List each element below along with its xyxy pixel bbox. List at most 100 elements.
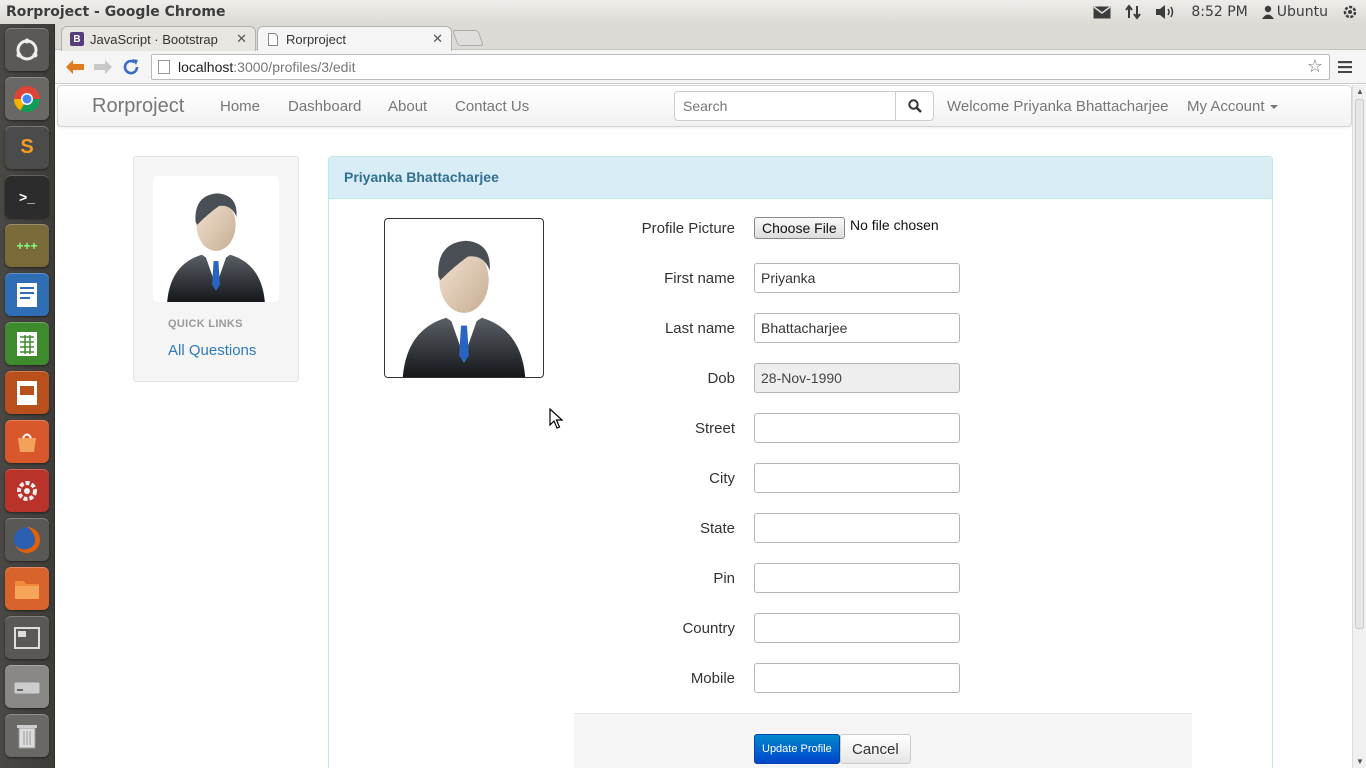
user-menu[interactable]: Ubuntu [1261, 4, 1328, 20]
nav-home[interactable]: Home [220, 98, 260, 115]
last-name-field[interactable] [754, 313, 960, 343]
files-icon[interactable] [5, 567, 49, 610]
close-icon[interactable]: ✕ [236, 31, 247, 47]
mobile-field[interactable] [754, 663, 960, 693]
gear-icon[interactable] [1342, 4, 1358, 20]
country-field[interactable] [754, 613, 960, 643]
brand-link[interactable]: Rorproject [92, 95, 184, 118]
mobile-row: Mobile [329, 663, 735, 693]
network-icon[interactable] [1125, 4, 1142, 20]
tab-rorproject[interactable]: Rorproject ✕ [257, 26, 452, 51]
tab-title: JavaScript · Bootstrap [90, 31, 218, 47]
reload-button[interactable] [117, 53, 145, 81]
country-label: Country [682, 619, 735, 637]
street-label: Street [694, 419, 735, 437]
profile-picture-row: Profile Picture [329, 213, 735, 243]
nav-contact-us[interactable]: Contact Us [455, 98, 529, 115]
first-name-field[interactable] [754, 263, 960, 293]
street-row: Street [329, 413, 735, 443]
chromium-icon[interactable] [5, 77, 49, 120]
city-field[interactable] [754, 463, 960, 493]
user-icon [1261, 5, 1274, 19]
sidebar-well: QUICK LINKS All Questions [133, 156, 299, 382]
chrome-menu-icon[interactable] [1330, 60, 1360, 73]
panel-heading: Priyanka Bhattacharjee [329, 157, 1272, 199]
window-title: Rorproject - Google Chrome [6, 4, 226, 20]
calculator-icon[interactable]: +++ [5, 224, 49, 267]
firefox-icon[interactable] [5, 518, 49, 561]
page-favicon-icon [266, 32, 280, 46]
mouse-cursor-icon [549, 408, 563, 429]
os-top-panel: Rorproject - Google Chrome 8:52 PM Ubunt… [0, 0, 1366, 24]
mobile-label: Mobile [690, 669, 735, 687]
close-icon[interactable]: ✕ [432, 31, 443, 47]
user-name: Ubuntu [1276, 4, 1328, 20]
sublime-text-icon[interactable]: S [5, 126, 49, 169]
nav-dashboard[interactable]: Dashboard [288, 98, 361, 115]
writer-icon[interactable] [5, 273, 49, 316]
dob-label: Dob [707, 369, 735, 387]
unity-launcher: S >_ +++ [0, 24, 55, 768]
scroll-down-icon[interactable]: ▼ [1356, 757, 1364, 766]
terminal-icon[interactable]: >_ [5, 175, 49, 218]
volume-icon[interactable] [1155, 4, 1177, 20]
state-label: State [699, 519, 735, 537]
nav-about[interactable]: About [388, 98, 427, 115]
bookmark-star-icon[interactable]: ☆ [1307, 56, 1323, 77]
tab-bootstrap[interactable]: B JavaScript · Bootstrap ✕ [61, 26, 256, 51]
my-account-dropdown[interactable]: My Account [1187, 98, 1278, 115]
search-icon [907, 99, 922, 113]
dob-row: Dob [329, 363, 735, 393]
choose-file-button[interactable]: Choose File [754, 217, 845, 239]
last-name-label: Last name [664, 319, 735, 337]
dash-home-icon[interactable] [5, 28, 49, 71]
profile-picture-label: Profile Picture [641, 219, 735, 237]
page-scrollbar[interactable]: ▲ ▼ [1352, 85, 1366, 768]
state-field[interactable] [754, 513, 960, 543]
workspace-switcher-icon[interactable] [5, 616, 49, 659]
tab-strip: B JavaScript · Bootstrap ✕ Rorproject ✕ [55, 24, 1366, 51]
welcome-text[interactable]: Welcome Priyanka Bhattacharjee [947, 98, 1169, 115]
caret-down-icon [1269, 105, 1278, 110]
city-label: City [709, 469, 735, 487]
dob-field[interactable] [754, 363, 960, 393]
url-path: :3000/profiles/3/edit [233, 58, 356, 75]
calc-spreadsheet-icon[interactable] [5, 322, 49, 365]
form-actions: Update Profile Cancel [574, 713, 1192, 768]
cancel-button[interactable]: Cancel [840, 734, 911, 764]
page-viewport: Rorproject Home Dashboard About Contact … [55, 85, 1352, 768]
bootstrap-favicon-icon: B [70, 32, 84, 46]
forward-arrow-icon [94, 59, 112, 74]
new-tab-button[interactable] [452, 30, 484, 46]
last-name-row: Last name [329, 313, 735, 343]
all-questions-link[interactable]: All Questions [168, 342, 256, 359]
my-account-label: My Account [1187, 98, 1265, 115]
mail-icon[interactable] [1093, 5, 1111, 19]
page-icon [158, 59, 170, 74]
back-arrow-icon [66, 59, 84, 74]
quick-links-heading: QUICK LINKS [168, 318, 243, 330]
clock[interactable]: 8:52 PM [1191, 4, 1247, 20]
update-profile-button[interactable]: Update Profile [754, 734, 840, 764]
address-bar[interactable]: localhost:3000/profiles/3/edit ☆ [151, 53, 1330, 80]
pin-field[interactable] [754, 563, 960, 593]
state-row: State [329, 513, 735, 543]
browser-toolbar: localhost:3000/profiles/3/edit ☆ [55, 50, 1366, 84]
scrollbar-thumb[interactable] [1355, 99, 1364, 629]
impress-icon[interactable] [5, 371, 49, 414]
search-button[interactable] [895, 91, 934, 121]
trash-icon[interactable] [5, 714, 49, 757]
reload-icon [123, 58, 139, 74]
url-host: localhost [178, 58, 234, 75]
forward-button[interactable] [89, 53, 117, 81]
software-center-icon[interactable] [5, 420, 49, 463]
first-name-row: First name [329, 263, 735, 293]
profile-panel: Priyanka Bhattacharjee Profile Picture C… [328, 156, 1273, 768]
street-field[interactable] [754, 413, 960, 443]
businessman-avatar-icon [167, 193, 265, 302]
disk-icon[interactable] [5, 665, 49, 708]
system-settings-icon[interactable] [5, 469, 49, 512]
search-input[interactable] [674, 91, 896, 121]
scroll-up-icon[interactable]: ▲ [1356, 87, 1364, 96]
back-button[interactable] [61, 53, 89, 81]
